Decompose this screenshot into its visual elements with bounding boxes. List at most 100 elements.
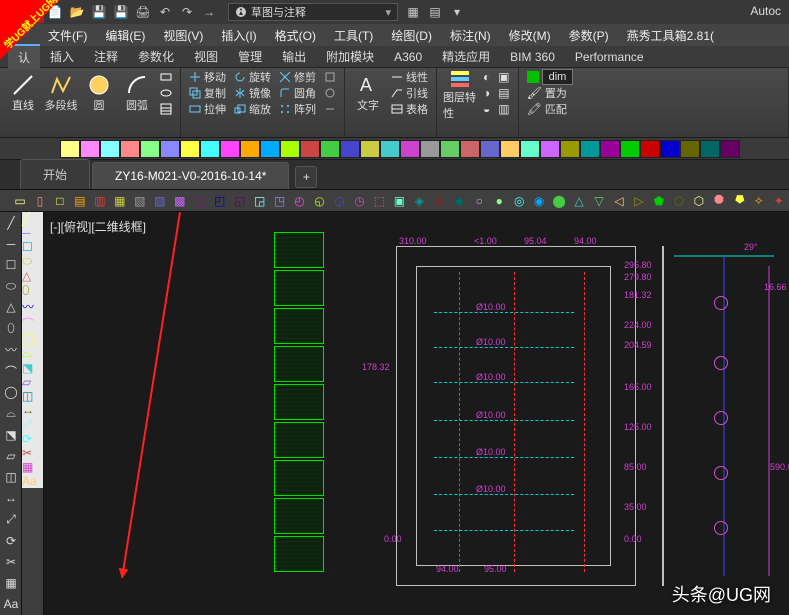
strip-icon[interactable] bbox=[200, 140, 220, 158]
toolbar-icon[interactable]: ✧ bbox=[749, 192, 769, 210]
ribbon-tab-view[interactable]: 视图 bbox=[184, 45, 228, 68]
view-label[interactable]: [-][俯视][二维线框] bbox=[50, 218, 146, 235]
layer-props-button[interactable]: 图层特性 bbox=[443, 68, 477, 121]
move-button[interactable]: 移动 bbox=[187, 70, 228, 85]
layer-extra4-icon[interactable]: ▣ bbox=[496, 70, 511, 85]
vtoolbar-icon[interactable]: ✂ bbox=[1, 552, 21, 571]
strip-icon[interactable] bbox=[380, 140, 400, 158]
toolbar-icon[interactable]: ◳ bbox=[270, 192, 290, 210]
toolbar-icon[interactable]: ◎ bbox=[509, 192, 529, 210]
layer-extra5-icon[interactable]: ▤ bbox=[496, 86, 511, 101]
ribbon-tab-annot[interactable]: 注释 bbox=[84, 45, 128, 68]
circle-button[interactable]: 圆 bbox=[82, 73, 116, 113]
text-button[interactable]: A文字 bbox=[351, 73, 385, 113]
vtoolbar-icon[interactable]: ⬭ bbox=[22, 254, 43, 269]
vtoolbar-icon[interactable]: ▱ bbox=[22, 375, 43, 389]
doctab-drawing[interactable]: ZY16-M021-V0-2016-10-14* bbox=[92, 162, 289, 189]
toolbar-icon[interactable]: ▤ bbox=[70, 192, 90, 210]
toolbar-icon[interactable]: ▦ bbox=[110, 192, 130, 210]
toolbar-icon[interactable]: ⬠ bbox=[669, 192, 689, 210]
toolbar-icon[interactable]: ◷ bbox=[349, 192, 369, 210]
match-props-button[interactable]: 🖍 匹配 bbox=[525, 102, 576, 117]
toolbar-icon[interactable]: ▽ bbox=[589, 192, 609, 210]
vtoolbar-icon[interactable]: ⟳ bbox=[1, 531, 21, 550]
vtoolbar-icon[interactable]: ⌓ bbox=[1, 404, 21, 423]
strip-icon[interactable] bbox=[80, 140, 100, 158]
strip-icon[interactable] bbox=[260, 140, 280, 158]
strip-icon[interactable] bbox=[420, 140, 440, 158]
strip-icon[interactable] bbox=[100, 140, 120, 158]
vtoolbar-icon[interactable]: ⤢ bbox=[22, 417, 43, 432]
strip-icon[interactable] bbox=[720, 140, 740, 158]
toolbar-icon[interactable]: ⬤ bbox=[549, 192, 569, 210]
drawing-canvas[interactable]: [-][俯视][二维线框] Ø10.00Ø10.00Ø10.00Ø10.00Ø1… bbox=[44, 212, 789, 615]
toolbar-icon[interactable]: ▧ bbox=[130, 192, 150, 210]
save-icon[interactable]: 💾 bbox=[88, 3, 110, 21]
qat-extra1-icon[interactable]: ▦ bbox=[402, 3, 424, 21]
qat-dropdown-icon[interactable]: ▾ bbox=[446, 3, 468, 21]
vtoolbar-icon[interactable]: ╱ bbox=[1, 213, 21, 232]
mirror-button[interactable]: 镜像 bbox=[232, 86, 273, 101]
menu-view[interactable]: 视图(V) bbox=[155, 25, 211, 46]
fillet-button[interactable]: 圆角 bbox=[277, 86, 318, 101]
ribbon-tab-addins[interactable]: 附加模块 bbox=[316, 45, 384, 68]
toolbar-icon[interactable]: ◇ bbox=[429, 192, 449, 210]
toolbar-icon[interactable]: ▷ bbox=[629, 192, 649, 210]
leader-button[interactable]: 引线 bbox=[389, 86, 430, 101]
toolbar-icon[interactable]: ⯃ bbox=[709, 192, 729, 210]
strip-icon[interactable] bbox=[360, 140, 380, 158]
vtoolbar-icon[interactable]: ⌓ bbox=[22, 346, 43, 361]
toolbar-icon[interactable]: ◶ bbox=[330, 192, 350, 210]
strip-icon[interactable] bbox=[140, 140, 160, 158]
line-button[interactable]: 直线 bbox=[6, 73, 40, 113]
toolbar-icon[interactable]: ⯂ bbox=[729, 192, 749, 210]
rotate-button[interactable]: 旋转 bbox=[232, 70, 273, 85]
menu-format[interactable]: 格式(O) bbox=[267, 25, 324, 46]
linear-dim-button[interactable]: 线性 bbox=[389, 70, 430, 85]
print-icon[interactable]: 🖨 bbox=[132, 3, 154, 21]
rect-button[interactable] bbox=[158, 70, 174, 85]
strip-icon[interactable] bbox=[480, 140, 500, 158]
vtoolbar-icon[interactable]: ▦ bbox=[1, 573, 21, 592]
toolbar-icon[interactable]: ◉ bbox=[529, 192, 549, 210]
vtoolbar-icon[interactable]: ⬭ bbox=[1, 277, 21, 296]
ribbon-tab-param[interactable]: 参数化 bbox=[128, 45, 184, 68]
ribbon-tab-featured[interactable]: 精选应用 bbox=[432, 45, 500, 68]
toolbar-icon[interactable]: △ bbox=[569, 192, 589, 210]
vtoolbar-icon[interactable]: ▦ bbox=[22, 460, 43, 474]
strip-icon[interactable] bbox=[220, 140, 240, 158]
stretch-button[interactable]: 拉伸 bbox=[187, 102, 228, 117]
menu-dim[interactable]: 标注(N) bbox=[442, 25, 499, 46]
strip-icon[interactable] bbox=[580, 140, 600, 158]
vtoolbar-icon[interactable]: ◯ bbox=[1, 383, 21, 402]
make-current-button[interactable]: 🖌 置为 bbox=[525, 86, 576, 101]
toolbar-icon[interactable]: ◰ bbox=[210, 192, 230, 210]
vtoolbar-icon[interactable]: ⟳ bbox=[22, 432, 43, 446]
vtoolbar-icon[interactable]: ⤢ bbox=[1, 510, 21, 529]
vtoolbar-icon[interactable]: △ bbox=[22, 269, 43, 283]
menu-draw[interactable]: 绘图(D) bbox=[383, 25, 440, 46]
table-button[interactable]: 表格 bbox=[389, 102, 430, 117]
vtoolbar-icon[interactable]: ─ bbox=[22, 226, 43, 240]
vtoolbar-icon[interactable]: ─ bbox=[1, 234, 21, 253]
vtoolbar-icon[interactable]: ☐ bbox=[1, 255, 21, 274]
toolbar-icon[interactable]: ○ bbox=[469, 192, 489, 210]
ribbon-tab-manage[interactable]: 管理 bbox=[228, 45, 272, 68]
hatch-button[interactable] bbox=[158, 102, 174, 117]
vtoolbar-icon[interactable]: ⬯ bbox=[22, 283, 43, 298]
layer-extra1-icon[interactable]: ◐ bbox=[481, 70, 492, 85]
qat-extra2-icon[interactable]: ▤ bbox=[424, 3, 446, 21]
menu-params[interactable]: 参数(P) bbox=[561, 25, 617, 46]
open-icon[interactable]: 📂 bbox=[66, 3, 88, 21]
strip-icon[interactable] bbox=[540, 140, 560, 158]
toolbar-icon[interactable]: ✦ bbox=[769, 192, 789, 210]
layer-extra3-icon[interactable]: ◒ bbox=[481, 102, 492, 117]
toolbar-icon[interactable]: ▩ bbox=[170, 192, 190, 210]
strip-icon[interactable] bbox=[300, 140, 320, 158]
toolbar-icon[interactable]: ◵ bbox=[310, 192, 330, 210]
copy-button[interactable]: 复制 bbox=[187, 86, 228, 101]
toolbar-icon[interactable]: ▥ bbox=[90, 192, 110, 210]
trim-button[interactable]: 修剪 bbox=[277, 70, 318, 85]
ribbon-tab-perf[interactable]: Performance bbox=[565, 47, 654, 67]
toolbar-icon[interactable]: ⬡ bbox=[689, 192, 709, 210]
